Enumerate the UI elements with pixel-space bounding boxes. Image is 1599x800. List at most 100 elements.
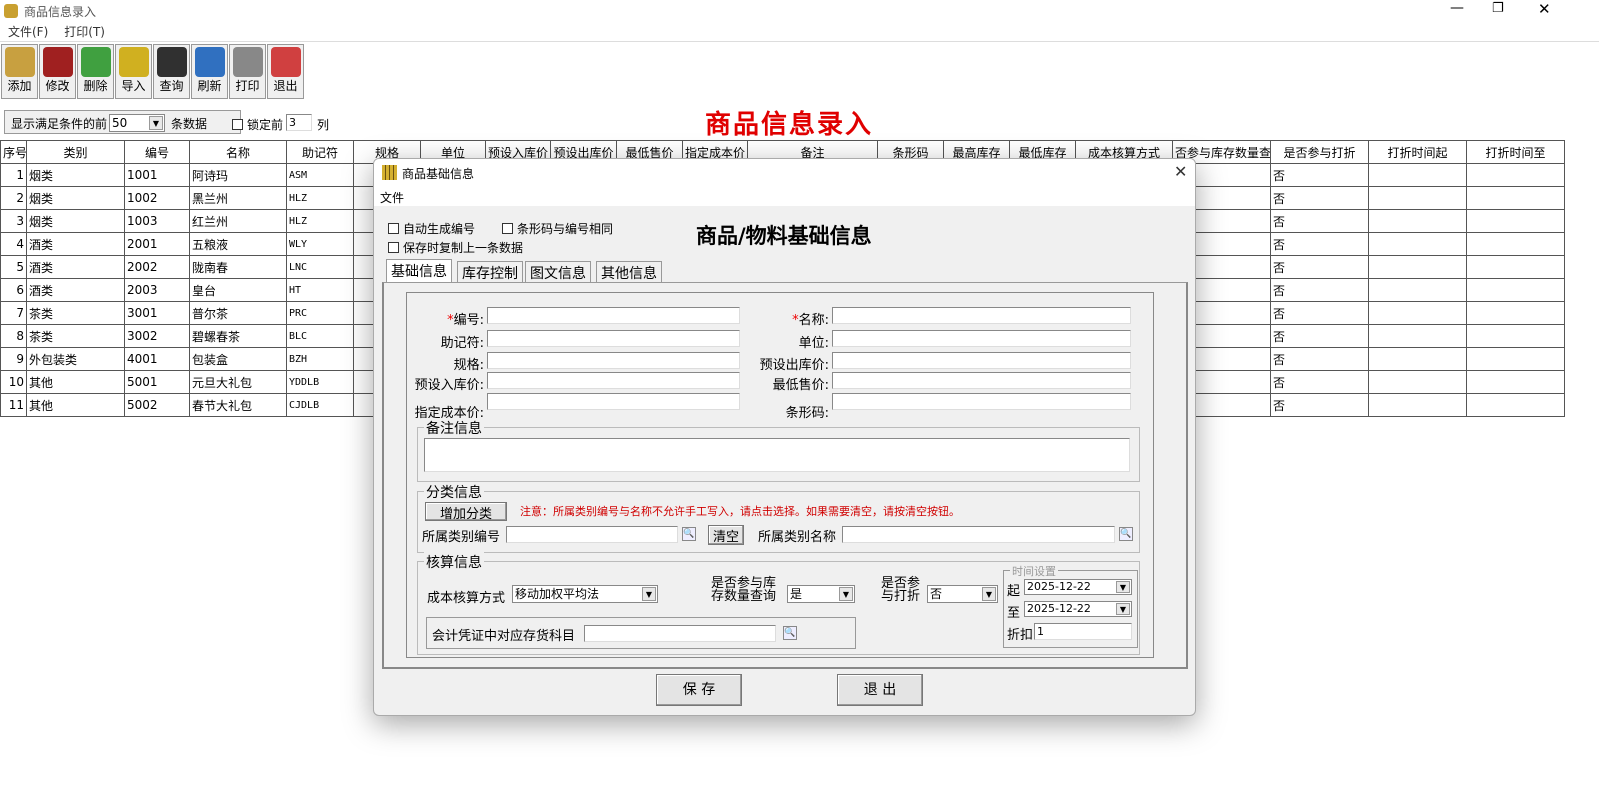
table-cell[interactable]: 2003	[124, 278, 190, 302]
table-cell[interactable]: 春节大礼包	[189, 393, 287, 417]
table-cell[interactable]	[1368, 186, 1467, 210]
table-cell[interactable]: 否	[1270, 163, 1369, 187]
column-header[interactable]: 编号	[124, 140, 190, 164]
table-cell[interactable]: 1003	[124, 209, 190, 233]
table-cell[interactable]: 否	[1270, 347, 1369, 371]
close-button[interactable]: ✕	[1538, 0, 1551, 18]
toolbar-button-5[interactable]: 刷新	[191, 44, 228, 99]
table-cell[interactable]: ASM	[286, 163, 354, 187]
toolbar-button-1[interactable]: 修改	[39, 44, 76, 99]
table-cell[interactable]	[1368, 278, 1467, 302]
table-cell[interactable]	[1368, 393, 1467, 417]
table-cell[interactable]	[1368, 347, 1467, 371]
table-cell[interactable]	[1466, 324, 1565, 348]
search-icon[interactable]: 🔍	[682, 527, 696, 541]
field-input-left-0[interactable]	[487, 307, 740, 324]
table-cell[interactable]: 烟类	[26, 186, 125, 210]
column-header[interactable]: 助记符	[286, 140, 354, 164]
toolbar-button-7[interactable]: 退出	[267, 44, 304, 99]
auto-code-checkbox[interactable]: 自动生成编号	[388, 220, 475, 237]
table-cell[interactable]: HT	[286, 278, 354, 302]
clear-category-button[interactable]: 清空	[708, 525, 744, 545]
table-cell[interactable]: PRC	[286, 301, 354, 325]
cost-method-select[interactable]: 移动加权平均法 ▼	[512, 585, 658, 603]
table-cell[interactable]	[1466, 393, 1565, 417]
table-cell[interactable]: 1	[0, 163, 27, 187]
table-cell[interactable]: 10	[0, 370, 27, 394]
column-header[interactable]: 类别	[26, 140, 125, 164]
table-cell[interactable]: 5	[0, 255, 27, 279]
table-cell[interactable]: 否	[1270, 186, 1369, 210]
field-input-right-3[interactable]	[832, 372, 1131, 389]
field-input-left-1[interactable]	[487, 330, 740, 347]
table-cell[interactable]: HLZ	[286, 186, 354, 210]
table-cell[interactable]: 烟类	[26, 163, 125, 187]
table-cell[interactable]: 2	[0, 186, 27, 210]
table-cell[interactable]	[1466, 163, 1565, 187]
field-input-right-4[interactable]	[832, 393, 1131, 410]
lock-columns-input[interactable]: 3	[286, 114, 312, 131]
table-cell[interactable]: 5002	[124, 393, 190, 417]
dialog-menu-file[interactable]: 文件	[380, 189, 404, 206]
table-cell[interactable]	[1466, 347, 1565, 371]
table-cell[interactable]: 陇南春	[189, 255, 287, 279]
table-cell[interactable]	[1368, 301, 1467, 325]
category-name-input[interactable]	[842, 526, 1115, 543]
copy-last-checkbox[interactable]: 保存时复制上一条数据	[388, 239, 523, 256]
table-cell[interactable]: 否	[1270, 209, 1369, 233]
table-cell[interactable]: 5001	[124, 370, 190, 394]
table-cell[interactable]: 6	[0, 278, 27, 302]
table-cell[interactable]: 酒类	[26, 278, 125, 302]
table-cell[interactable]: 烟类	[26, 209, 125, 233]
table-cell[interactable]: 外包装类	[26, 347, 125, 371]
table-cell[interactable]: 否	[1270, 393, 1369, 417]
table-cell[interactable]: 黑兰州	[189, 186, 287, 210]
table-cell[interactable]: 否	[1270, 370, 1369, 394]
toolbar-button-3[interactable]: 导入	[115, 44, 152, 99]
search-icon[interactable]: 🔍	[1119, 527, 1133, 541]
table-cell[interactable]: 普尔茶	[189, 301, 287, 325]
toolbar-button-2[interactable]: 删除	[77, 44, 114, 99]
discount-to-date[interactable]: 2025-12-22 ▼	[1024, 601, 1132, 617]
discount-rate-input[interactable]: 1	[1034, 623, 1132, 640]
discount-from-date[interactable]: 2025-12-22 ▼	[1024, 579, 1132, 595]
table-cell[interactable]: 4	[0, 232, 27, 256]
stock-query-select[interactable]: 是 ▼	[787, 585, 855, 603]
search-icon[interactable]: 🔍	[783, 626, 797, 640]
table-cell[interactable]: 阿诗玛	[189, 163, 287, 187]
tab-image-text[interactable]: 图文信息	[525, 261, 591, 283]
add-category-button[interactable]: 增加分类	[425, 502, 507, 522]
table-cell[interactable]: 11	[0, 393, 27, 417]
table-cell[interactable]: BZH	[286, 347, 354, 371]
table-cell[interactable]	[1368, 232, 1467, 256]
table-cell[interactable]: 茶类	[26, 301, 125, 325]
table-cell[interactable]: 8	[0, 324, 27, 348]
table-cell[interactable]: 否	[1270, 301, 1369, 325]
table-cell[interactable]: HLZ	[286, 209, 354, 233]
table-cell[interactable]	[1466, 370, 1565, 394]
table-cell[interactable]: 否	[1270, 232, 1369, 256]
table-cell[interactable]: 3002	[124, 324, 190, 348]
tab-other-info[interactable]: 其他信息	[596, 261, 662, 283]
table-cell[interactable]: 否	[1270, 324, 1369, 348]
table-cell[interactable]: YDDLB	[286, 370, 354, 394]
table-cell[interactable]	[1466, 232, 1565, 256]
table-cell[interactable]	[1368, 209, 1467, 233]
column-header[interactable]: 打折时间至	[1466, 140, 1565, 164]
table-cell[interactable]: 2002	[124, 255, 190, 279]
column-header[interactable]: 名称	[189, 140, 287, 164]
table-cell[interactable]	[1368, 163, 1467, 187]
column-header[interactable]: 是否参与打折	[1270, 140, 1369, 164]
discount-select[interactable]: 否 ▼	[927, 585, 998, 603]
table-cell[interactable]	[1466, 301, 1565, 325]
table-cell[interactable]: WLY	[286, 232, 354, 256]
table-cell[interactable]: 4001	[124, 347, 190, 371]
table-cell[interactable]: 7	[0, 301, 27, 325]
table-cell[interactable]: 皇台	[189, 278, 287, 302]
row-count-select[interactable]: 50 ▼	[109, 114, 165, 132]
table-cell[interactable]: CJDLB	[286, 393, 354, 417]
category-code-input[interactable]	[506, 526, 678, 543]
table-cell[interactable]: 酒类	[26, 232, 125, 256]
table-cell[interactable]	[1466, 278, 1565, 302]
table-cell[interactable]	[1466, 209, 1565, 233]
